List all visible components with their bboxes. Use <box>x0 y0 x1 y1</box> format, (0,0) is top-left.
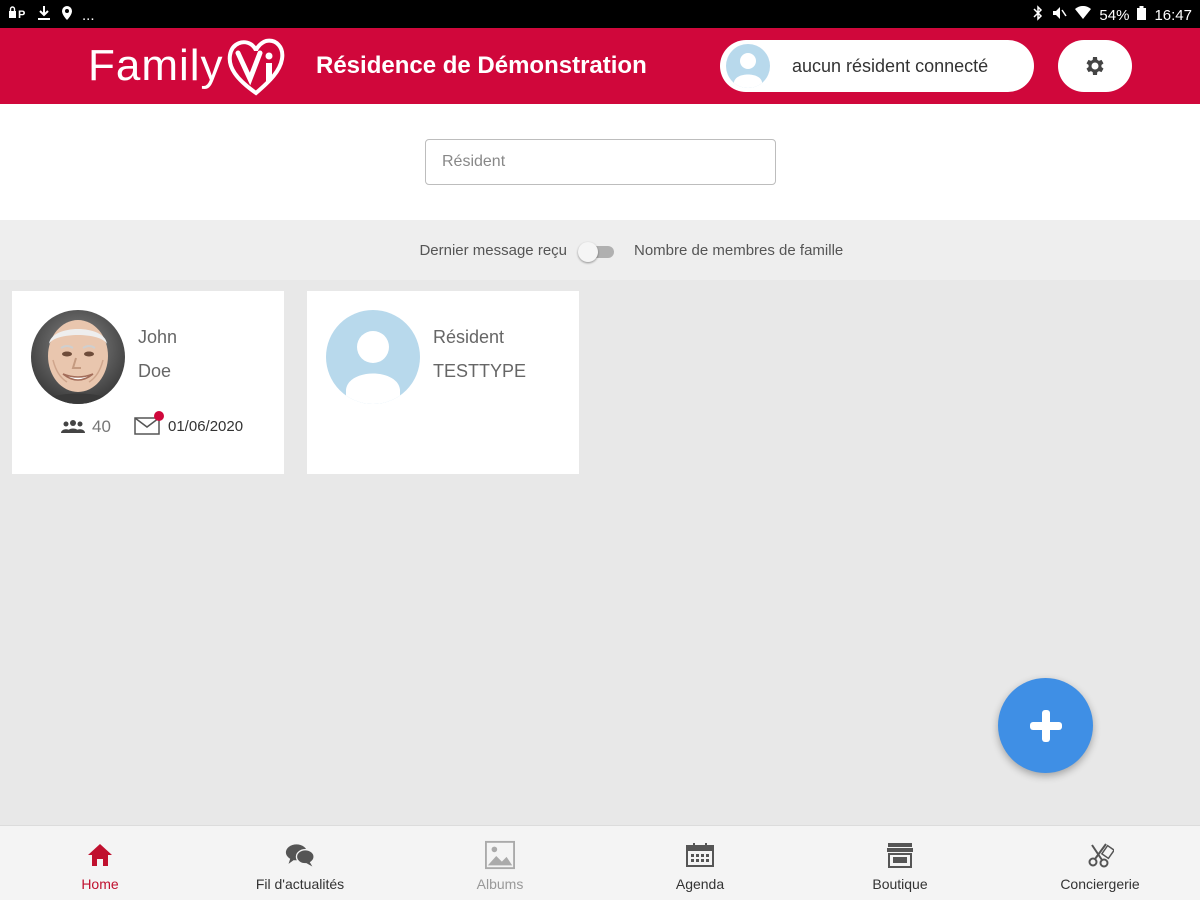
battery-percent: 54% <box>1099 6 1130 24</box>
image-icon <box>485 840 515 870</box>
store-icon <box>885 840 915 870</box>
battery-icon <box>1137 6 1147 24</box>
nav-albums[interactable]: Albums <box>400 826 600 900</box>
mute-icon <box>1051 5 1068 25</box>
add-resident-button[interactable] <box>998 678 1093 773</box>
gear-icon <box>1086 57 1104 75</box>
resident-last-name: Doe <box>138 361 172 381</box>
calendar-icon <box>685 840 715 870</box>
family-count: 40 <box>60 417 111 437</box>
resident-first-name: John <box>138 327 178 347</box>
resident-card[interactable]: Résident TESTTYPE <box>307 291 579 474</box>
nav-label: Fil d'actualités <box>255 876 345 892</box>
unread-dot <box>154 411 164 421</box>
status-bar-left: P ... <box>8 5 95 25</box>
resident-first-name: Résident <box>433 327 505 347</box>
nav-label: Home <box>81 876 119 892</box>
sort-bar: Dernier message reçu Nombre de membres d… <box>0 220 1200 280</box>
resident-avatar-placeholder <box>326 310 420 404</box>
download-icon <box>36 5 52 25</box>
plus-icon <box>1029 709 1062 742</box>
envelope-icon <box>134 411 164 435</box>
nav-concierge[interactable]: Conciergerie <box>1000 826 1200 900</box>
nav-news-feed[interactable]: Fil d'actualités <box>200 826 400 900</box>
status-overflow: ... <box>82 6 95 24</box>
sort-by-family-members-label: Nombre de membres de famille <box>634 242 844 259</box>
resident-photo <box>31 310 125 404</box>
search-area <box>0 104 1200 220</box>
nav-agenda[interactable]: Agenda <box>600 826 800 900</box>
resident-last-name: TESTTYPE <box>433 361 527 381</box>
family-count-value: 40 <box>92 417 111 436</box>
nav-shop[interactable]: Boutique <box>800 826 1000 900</box>
connected-resident-button[interactable]: aucun résident connecté <box>720 40 1034 92</box>
svg-text:P: P <box>18 9 25 20</box>
toggle-thumb <box>578 242 598 262</box>
chat-bubbles-icon <box>285 840 315 870</box>
scissors-comb-icon <box>1085 840 1115 870</box>
nav-label: Albums <box>476 876 524 892</box>
home-icon <box>85 840 115 870</box>
user-icon <box>734 53 762 88</box>
familyvi-logo: Family <box>88 34 286 98</box>
sort-by-last-message-label: Dernier message reçu <box>419 242 567 259</box>
user-icon <box>346 331 400 404</box>
nav-label: Agenda <box>675 876 725 892</box>
lock-p-icon: P <box>8 6 28 24</box>
nav-label: Boutique <box>872 876 928 892</box>
location-icon <box>60 5 74 25</box>
avatar <box>726 44 770 88</box>
clock: 16:47 <box>1154 6 1192 24</box>
sort-toggle[interactable] <box>578 242 616 262</box>
nav-home[interactable]: Home <box>0 826 200 900</box>
nav-label: Conciergerie <box>1060 876 1140 892</box>
residence-name: Résidence de Démonstration <box>316 52 647 79</box>
resident-search-input[interactable] <box>425 139 776 185</box>
family-members-icon <box>61 420 85 433</box>
last-message: 01/06/2020 <box>134 411 244 435</box>
app-header: Family Résidence de Démonstration aucun … <box>0 28 1200 104</box>
wifi-icon <box>1075 5 1092 24</box>
resident-card[interactable]: John Doe 40 01/06/2020 <box>12 291 284 474</box>
bottom-navigation: Home Fil d'actualités Albums Agenda Bout… <box>0 825 1200 900</box>
bluetooth-icon <box>1033 5 1043 25</box>
logo-heart-icon <box>227 38 284 96</box>
status-bar-right: 54% 16:47 <box>1033 5 1192 25</box>
resident-status-label: aucun résident connecté <box>792 55 989 76</box>
logo-text: Family <box>88 41 224 90</box>
status-bar: P ... 54% 16:47 <box>0 0 1200 28</box>
settings-button[interactable] <box>1058 40 1132 92</box>
last-message-date: 01/06/2020 <box>168 417 244 435</box>
